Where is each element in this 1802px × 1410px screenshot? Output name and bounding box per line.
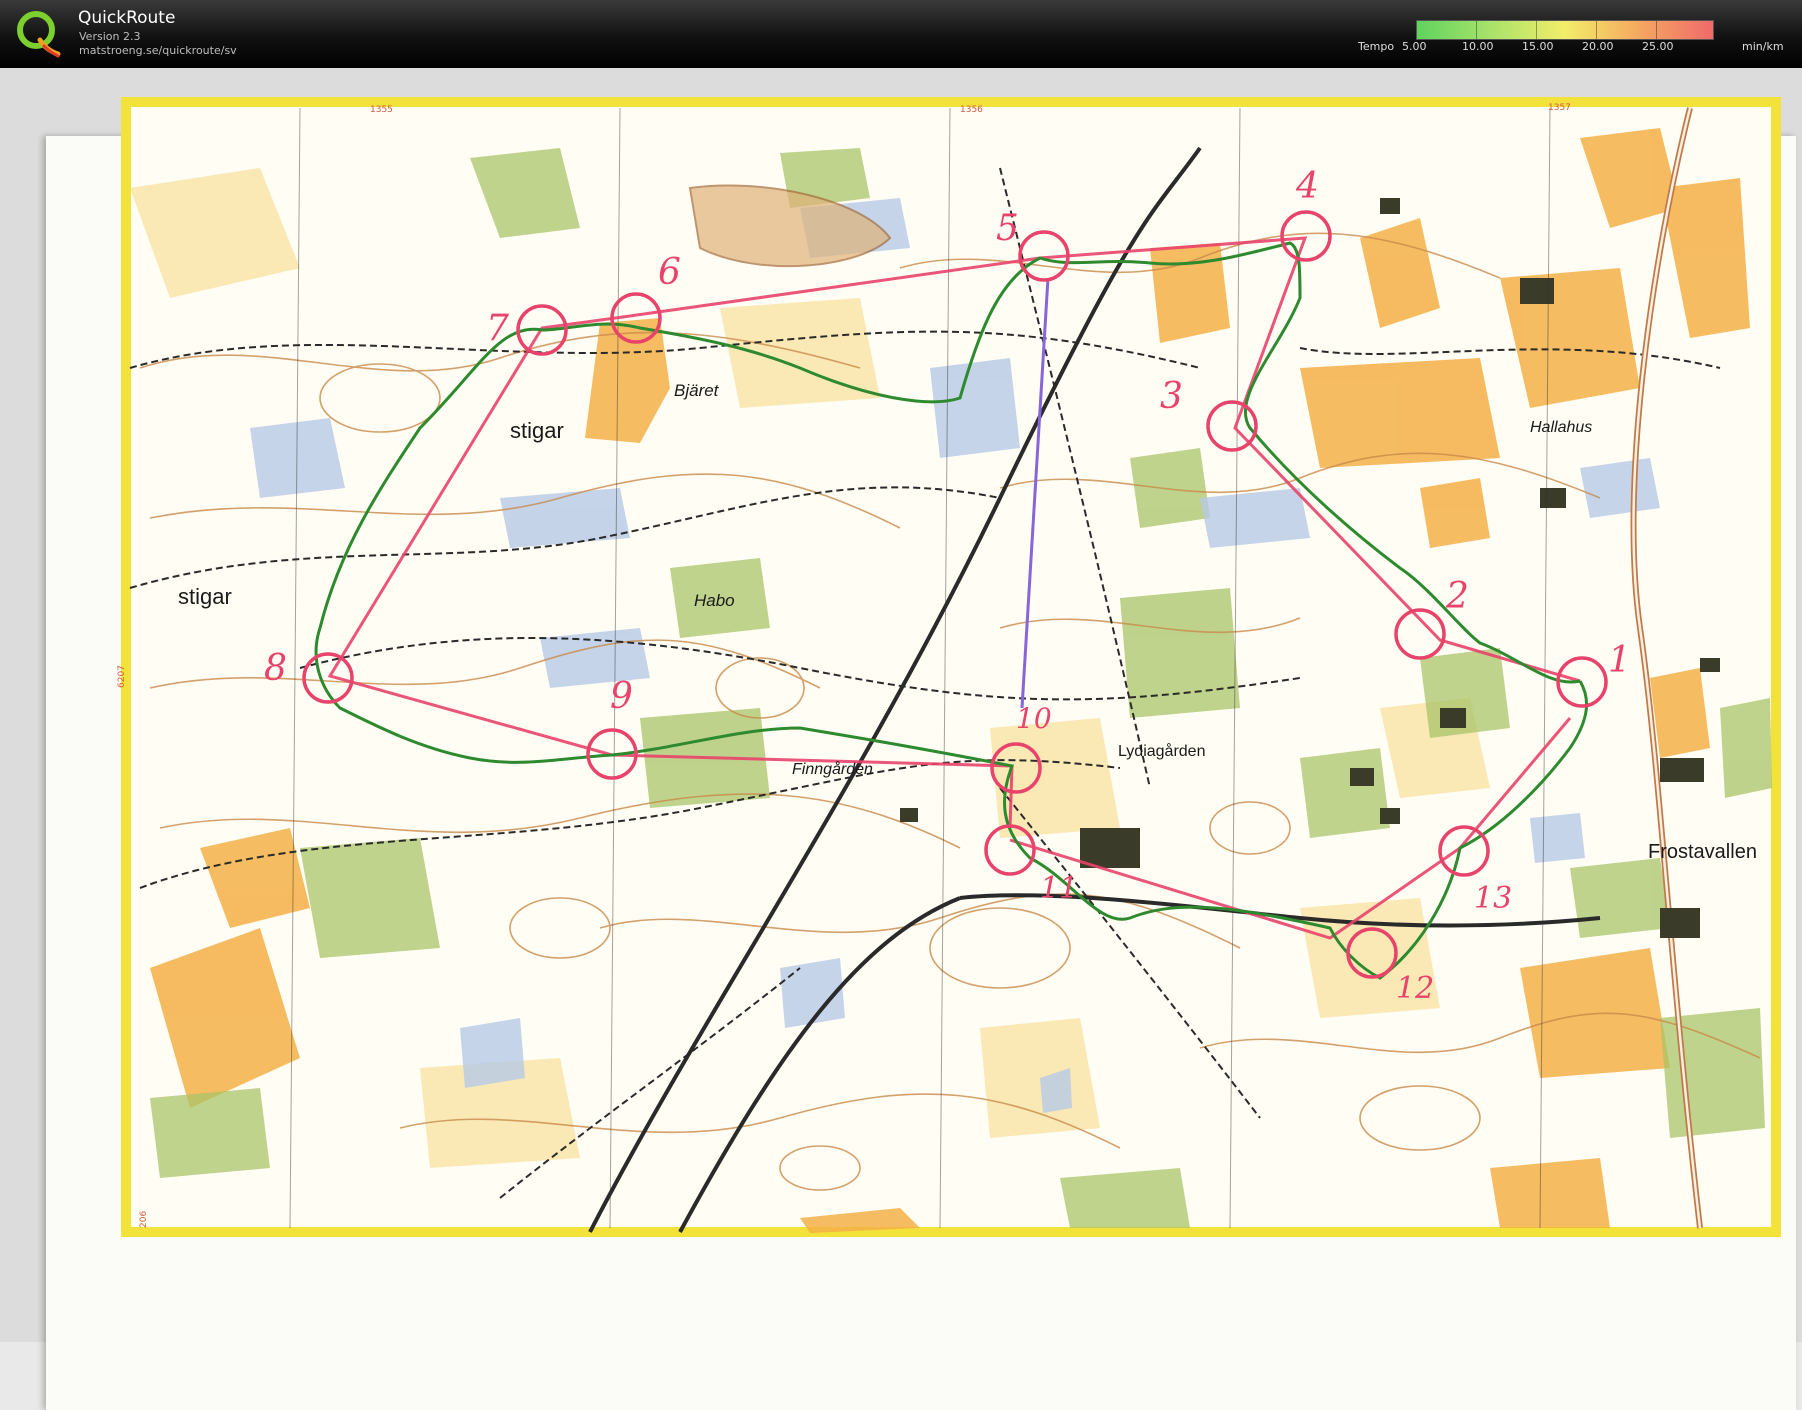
- place-name: stigar: [510, 418, 564, 443]
- tempo-tick: 25.00: [1642, 40, 1674, 53]
- app-name: QuickRoute: [78, 8, 176, 28]
- control-number: 5: [996, 208, 1019, 249]
- control-number: 3: [1160, 376, 1183, 417]
- tempo-tick: 20.00: [1582, 40, 1614, 53]
- tempo-color-scale: [1416, 20, 1714, 40]
- control-number: 12: [1396, 971, 1434, 1006]
- quickroute-logo: [17, 11, 61, 58]
- tempo-tick: 10.00: [1462, 40, 1494, 53]
- map-viewport[interactable]: 1 2 3 4 5 6 7 8 9 10 11 12 13 Bjäret sti…: [0, 68, 1802, 1410]
- place-name: Frostavallen: [1648, 841, 1757, 863]
- place-name: Finngården: [792, 760, 873, 778]
- place-name: stigar: [178, 584, 232, 609]
- grid-label: 206: [139, 1211, 149, 1228]
- tempo-label: Tempo: [1358, 40, 1395, 53]
- control-number: 10: [1016, 702, 1052, 735]
- control-number: 11: [1040, 871, 1078, 906]
- app-version: Version 2.3: [79, 30, 141, 43]
- grid-label: 1357: [1548, 103, 1571, 113]
- grid-label: 1355: [370, 105, 393, 115]
- place-name: Bjäret: [674, 381, 720, 400]
- control-number: 9: [610, 676, 633, 717]
- control-number: 4: [1295, 166, 1319, 207]
- place-name: Lydiagården: [1118, 742, 1205, 760]
- app-url[interactable]: matstroeng.se/quickroute/sv: [79, 44, 237, 57]
- place-name: Habo: [694, 591, 735, 610]
- tempo-tick: 5.00: [1402, 40, 1427, 53]
- control-number: 1: [1608, 640, 1631, 681]
- control-number: 8: [264, 648, 287, 689]
- control-number: 6: [658, 252, 681, 293]
- tempo-unit: min/km: [1742, 40, 1784, 53]
- control-number: 7: [486, 308, 509, 349]
- grid-label: 6207: [117, 665, 127, 688]
- grid-label: 1356: [960, 105, 983, 115]
- control-number: 2: [1445, 576, 1469, 617]
- tempo-legend: Tempo 5.00 10.00 15.00 20.00 25.00 min/k…: [1350, 18, 1802, 58]
- place-name: Hallahus: [1530, 419, 1592, 436]
- tempo-tick: 15.00: [1522, 40, 1554, 53]
- orienteering-map[interactable]: 1 2 3 4 5 6 7 8 9 10 11 12 13 Bjäret sti…: [0, 68, 1802, 1342]
- control-number: 13: [1474, 881, 1512, 916]
- title-bar: QuickRoute Version 2.3 matstroeng.se/qui…: [0, 0, 1802, 68]
